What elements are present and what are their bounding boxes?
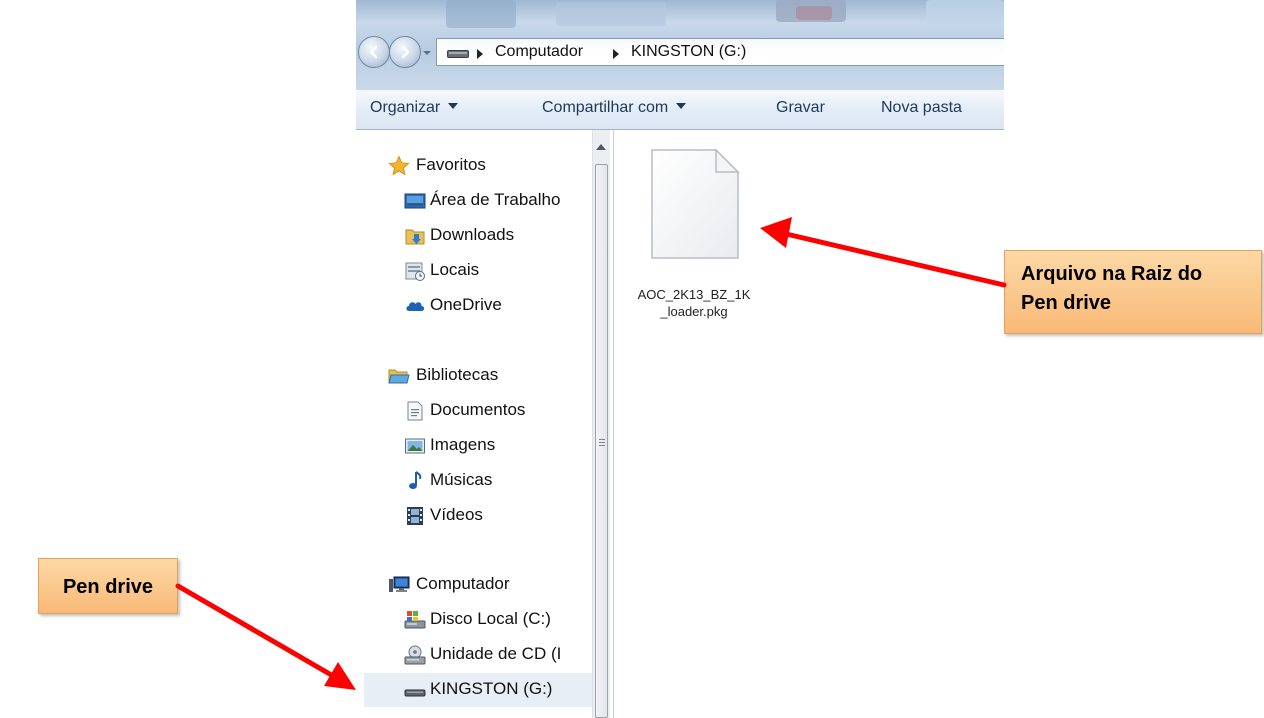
scroll-up-icon[interactable] — [596, 144, 606, 150]
nav-item-onedrive[interactable]: OneDrive — [404, 292, 592, 320]
nav-item-label: Downloads — [430, 225, 515, 244]
film-icon — [407, 507, 423, 525]
nav-item-documents[interactable]: Documentos — [404, 397, 592, 425]
nav-item-kingston[interactable]: KINGSTON (G:) — [364, 673, 592, 707]
organize-button[interactable]: Organizar — [370, 99, 459, 117]
share-with-label: Compartilhar com — [542, 99, 669, 116]
nav-item-local-disk[interactable]: Disco Local (C:) — [404, 606, 592, 634]
nav-item-label: Músicas — [430, 470, 493, 489]
cloud-icon — [406, 302, 425, 311]
downloads-folder-icon — [405, 229, 425, 245]
callout-pen-drive: Pen drive — [38, 558, 178, 614]
nav-item-label: Vídeos — [430, 505, 483, 524]
navigation-scrollbar[interactable] — [592, 130, 610, 718]
navigation-pane: Favoritos Área de Trabalho Downloads Loc… — [356, 130, 592, 718]
breadcrumb-separator-icon[interactable] — [477, 49, 483, 59]
nav-item-label: Unidade de CD (I — [430, 644, 562, 663]
breadcrumb-separator-icon[interactable] — [613, 49, 619, 59]
nav-item-label: Imagens — [430, 435, 496, 454]
nav-item-downloads[interactable]: Downloads — [404, 222, 592, 250]
nav-computer[interactable]: Computador — [388, 571, 592, 599]
back-button[interactable] — [358, 36, 390, 68]
navigation-row: Computador KINGSTON (G:) — [356, 30, 1004, 74]
arrow-right-icon — [401, 45, 410, 59]
nav-item-pictures[interactable]: Imagens — [404, 432, 592, 460]
share-with-button[interactable]: Compartilhar com — [542, 99, 687, 117]
nav-item-label: Disco Local (C:) — [430, 609, 551, 628]
nav-item-label: Locais — [430, 260, 480, 279]
nav-item-music[interactable]: Músicas — [404, 467, 592, 495]
cd-drive-icon — [404, 645, 426, 665]
file-list: AOC_2K13_BZ_1K _loader.pkg — [614, 130, 1004, 718]
desktop-icon — [404, 193, 426, 209]
nav-item-label: KINGSTON (G:) — [430, 679, 553, 698]
scrollbar-thumb[interactable] — [595, 164, 608, 718]
title-bar: Computador KINGSTON (G:) — [356, 0, 1004, 90]
star-icon — [388, 155, 410, 176]
nav-item-cd-drive[interactable]: Unidade de CD (I — [404, 641, 592, 669]
chevron-down-icon — [448, 103, 459, 109]
callout-root-file-line-1: Arquivo na Raiz do — [1021, 263, 1203, 285]
computer-icon — [389, 576, 410, 592]
nav-item-recent-places[interactable]: Locais — [404, 257, 592, 285]
file-name: AOC_2K13_BZ_1K _loader.pkg — [630, 286, 758, 320]
nav-libraries-label: Bibliotecas — [416, 365, 499, 384]
file-name-line-1: AOC_2K13_BZ_1K — [637, 287, 751, 302]
explorer-window: Computador KINGSTON (G:) Organizar Compa… — [356, 0, 1004, 718]
hard-disk-icon — [404, 611, 426, 629]
new-folder-button[interactable]: Nova pasta — [881, 99, 962, 117]
document-icon — [407, 401, 423, 421]
annotated-screenshot: Computador KINGSTON (G:) Organizar Compa… — [0, 0, 1264, 718]
nav-favorites-label: Favoritos — [416, 155, 486, 174]
arrow-to-pen-drive — [175, 583, 356, 690]
grip-icon — [599, 439, 605, 448]
recent-pages-dropdown[interactable] — [422, 48, 432, 58]
nav-item-label: Área de Trabalho — [430, 190, 561, 209]
picture-icon — [405, 438, 425, 454]
burn-button[interactable]: Gravar — [776, 99, 825, 117]
breadcrumb-computer[interactable]: Computador — [495, 43, 583, 61]
arrow-left-icon — [369, 45, 378, 59]
nav-item-videos[interactable]: Vídeos — [404, 502, 592, 530]
nav-item-desktop[interactable]: Área de Trabalho — [404, 187, 592, 215]
music-note-icon — [409, 471, 422, 489]
nav-favorites[interactable]: Favoritos — [388, 152, 592, 180]
forward-button[interactable] — [389, 36, 421, 68]
command-bar: Organizar Compartilhar com Gravar Nova p… — [356, 90, 1004, 130]
address-bar[interactable]: Computador KINGSTON (G:) — [436, 38, 1004, 66]
nav-computer-label: Computador — [416, 574, 510, 593]
file-item[interactable]: AOC_2K13_BZ_1K _loader.pkg — [630, 146, 758, 319]
blank-file-icon — [651, 148, 740, 259]
libraries-icon — [388, 369, 410, 384]
chevron-down-icon — [676, 103, 687, 109]
usb-drive-icon — [404, 689, 426, 697]
nav-libraries[interactable]: Bibliotecas — [388, 362, 592, 390]
file-name-line-2: _loader.pkg — [660, 304, 728, 319]
drive-icon — [447, 50, 469, 58]
breadcrumb-kingston[interactable]: KINGSTON (G:) — [631, 43, 746, 61]
nav-item-label: OneDrive — [430, 295, 502, 314]
organize-label: Organizar — [370, 99, 441, 116]
recent-places-icon — [405, 262, 425, 281]
callout-root-file-line-2: Pen drive — [1021, 292, 1112, 314]
nav-item-label: Documentos — [430, 400, 526, 419]
callout-root-file: Arquivo na Raiz do Pen drive — [1004, 250, 1262, 334]
